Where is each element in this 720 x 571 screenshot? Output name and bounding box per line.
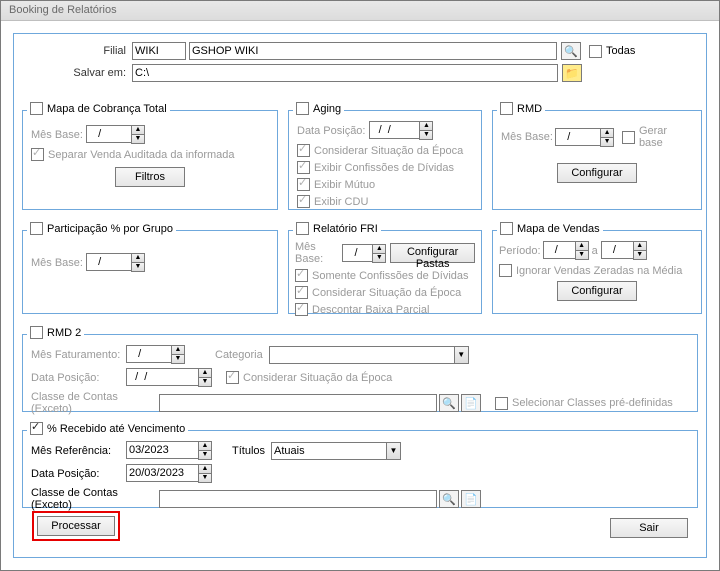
- rmd-enable-checkbox[interactable]: [500, 102, 513, 115]
- spin-buttons[interactable]: ▲▼: [131, 125, 145, 144]
- fri-mesbase-label: Mês Base:: [295, 241, 340, 265]
- recebido-enable-checkbox[interactable]: [30, 422, 43, 435]
- filial-lookup-button[interactable]: 🔍: [561, 42, 581, 60]
- rmd2-doc-button[interactable]: 📄: [461, 394, 481, 412]
- rmd2-categoria-label: Categoria: [215, 349, 263, 361]
- vendas-ignorar-checkbox[interactable]: [499, 264, 512, 277]
- folder-icon: 📁: [565, 67, 579, 80]
- titlebar: Booking de Relatórios: [1, 1, 719, 21]
- filial-label: Filial: [22, 45, 132, 57]
- participacao-mesbase-label: Mês Base:: [31, 257, 86, 269]
- recebido-lookup-button[interactable]: 🔍: [439, 490, 459, 508]
- recebido-titulos-label: Títulos: [232, 445, 265, 457]
- processar-highlight: Processar: [32, 511, 120, 541]
- filial-name-input[interactable]: [189, 42, 557, 60]
- binoculars-icon: 🔍: [442, 493, 456, 506]
- vendas-periodo-label: Período:: [499, 245, 541, 257]
- recebido-datapos-input[interactable]: [126, 464, 198, 482]
- fri-config-button[interactable]: Configurar Pastas: [390, 243, 475, 263]
- group-recebido: % Recebido até Vencimento Mês Referência…: [22, 430, 698, 508]
- cobranca-enable-checkbox[interactable]: [30, 102, 43, 115]
- rmd-mesbase-input[interactable]: [555, 128, 600, 146]
- todas-checkbox[interactable]: Todas: [589, 45, 635, 58]
- participacao-mesbase-input[interactable]: [86, 253, 131, 271]
- recebido-mesref-label: Mês Referência:: [31, 445, 126, 457]
- rmd2-classe-label: Classe de Contas (Exceto): [31, 391, 159, 415]
- rmd-gerar-checkbox[interactable]: [622, 131, 635, 144]
- vendas-periodo2-input[interactable]: [601, 241, 633, 259]
- app-window: Booking de Relatórios Filial 🔍 Todas: [0, 0, 720, 571]
- fri-enable-checkbox[interactable]: [296, 222, 309, 235]
- group-fri: Relatório FRI Mês Base: ▲▼ Configurar Pa…: [288, 230, 482, 314]
- rmd2-mesfat-label: Mês Faturamento:: [31, 349, 126, 361]
- aging-datapos-label: Data Posição:: [297, 125, 365, 137]
- group-vendas: Mapa de Vendas Período: ▲▼ a ▲▼ Ignorar …: [492, 230, 702, 314]
- recebido-datapos-label: Data Posição:: [31, 468, 126, 480]
- participacao-enable-checkbox[interactable]: [30, 222, 43, 235]
- group-cobranca: Mapa de Cobrança Total Mês Base: ▲▼ Sepa…: [22, 110, 278, 210]
- rmd-mesbase-label: Mês Base:: [501, 131, 555, 143]
- sair-button[interactable]: Sair: [610, 518, 688, 538]
- recebido-doc-button[interactable]: 📄: [461, 490, 481, 508]
- rmd2-datapos-label: Data Posição:: [31, 372, 126, 384]
- folder-browse-button[interactable]: 📁: [562, 64, 582, 82]
- recebido-classe-input[interactable]: [159, 490, 437, 508]
- rmd2-datapos-input[interactable]: [126, 368, 198, 386]
- window-title: Booking de Relatórios: [9, 4, 117, 16]
- rmd-config-button[interactable]: Configurar: [557, 163, 637, 183]
- salvar-input[interactable]: [132, 64, 558, 82]
- group-aging: Aging Data Posição: ▲▼ Considerar Situaç…: [288, 110, 482, 210]
- rmd2-mesfat-input[interactable]: [126, 345, 171, 363]
- vendas-enable-checkbox[interactable]: [500, 222, 513, 235]
- fri-mesbase-input[interactable]: [342, 244, 372, 262]
- rmd2-enable-checkbox[interactable]: [30, 326, 43, 339]
- vendas-periodo1-input[interactable]: [543, 241, 575, 259]
- cobranca-separar-checkbox[interactable]: [31, 148, 44, 161]
- group-rmd2: RMD 2 Mês Faturamento: ▲▼ Categoria ▼ Da…: [22, 334, 698, 412]
- processar-button[interactable]: Processar: [37, 516, 115, 536]
- cobranca-mesbase-label: Mês Base:: [31, 129, 86, 141]
- document-icon: 📄: [464, 493, 478, 506]
- main-panel: Filial 🔍 Todas Salvar em: 📁: [13, 33, 707, 558]
- vendas-config-button[interactable]: Configurar: [557, 281, 637, 301]
- group-rmd: RMD Mês Base: ▲▼ Gerar base Configurar: [492, 110, 702, 210]
- rmd2-selecionar-checkbox[interactable]: [495, 397, 508, 410]
- cobranca-filtros-button[interactable]: Filtros: [115, 167, 185, 187]
- aging-enable-checkbox[interactable]: [296, 102, 309, 115]
- rmd2-categoria-combo[interactable]: ▼: [269, 346, 469, 364]
- salvar-label: Salvar em:: [22, 67, 132, 79]
- aging-datapos-input[interactable]: [369, 121, 419, 139]
- cobranca-mesbase-input[interactable]: [86, 125, 131, 143]
- recebido-mesref-input[interactable]: [126, 441, 198, 459]
- recebido-titulos-combo[interactable]: Atuais▼: [271, 442, 401, 460]
- rmd2-classe-input[interactable]: [159, 394, 437, 412]
- recebido-classe-label: Classe de Contas (Exceto): [31, 487, 159, 511]
- rmd2-considerar-checkbox[interactable]: [226, 371, 239, 384]
- group-participacao: Participação % por Grupo Mês Base: ▲▼: [22, 230, 278, 314]
- binoculars-icon: 🔍: [442, 397, 456, 410]
- document-icon: 📄: [464, 397, 478, 410]
- binoculars-icon: 🔍: [564, 45, 578, 58]
- filial-code-input[interactable]: [132, 42, 186, 60]
- rmd2-lookup-button[interactable]: 🔍: [439, 394, 459, 412]
